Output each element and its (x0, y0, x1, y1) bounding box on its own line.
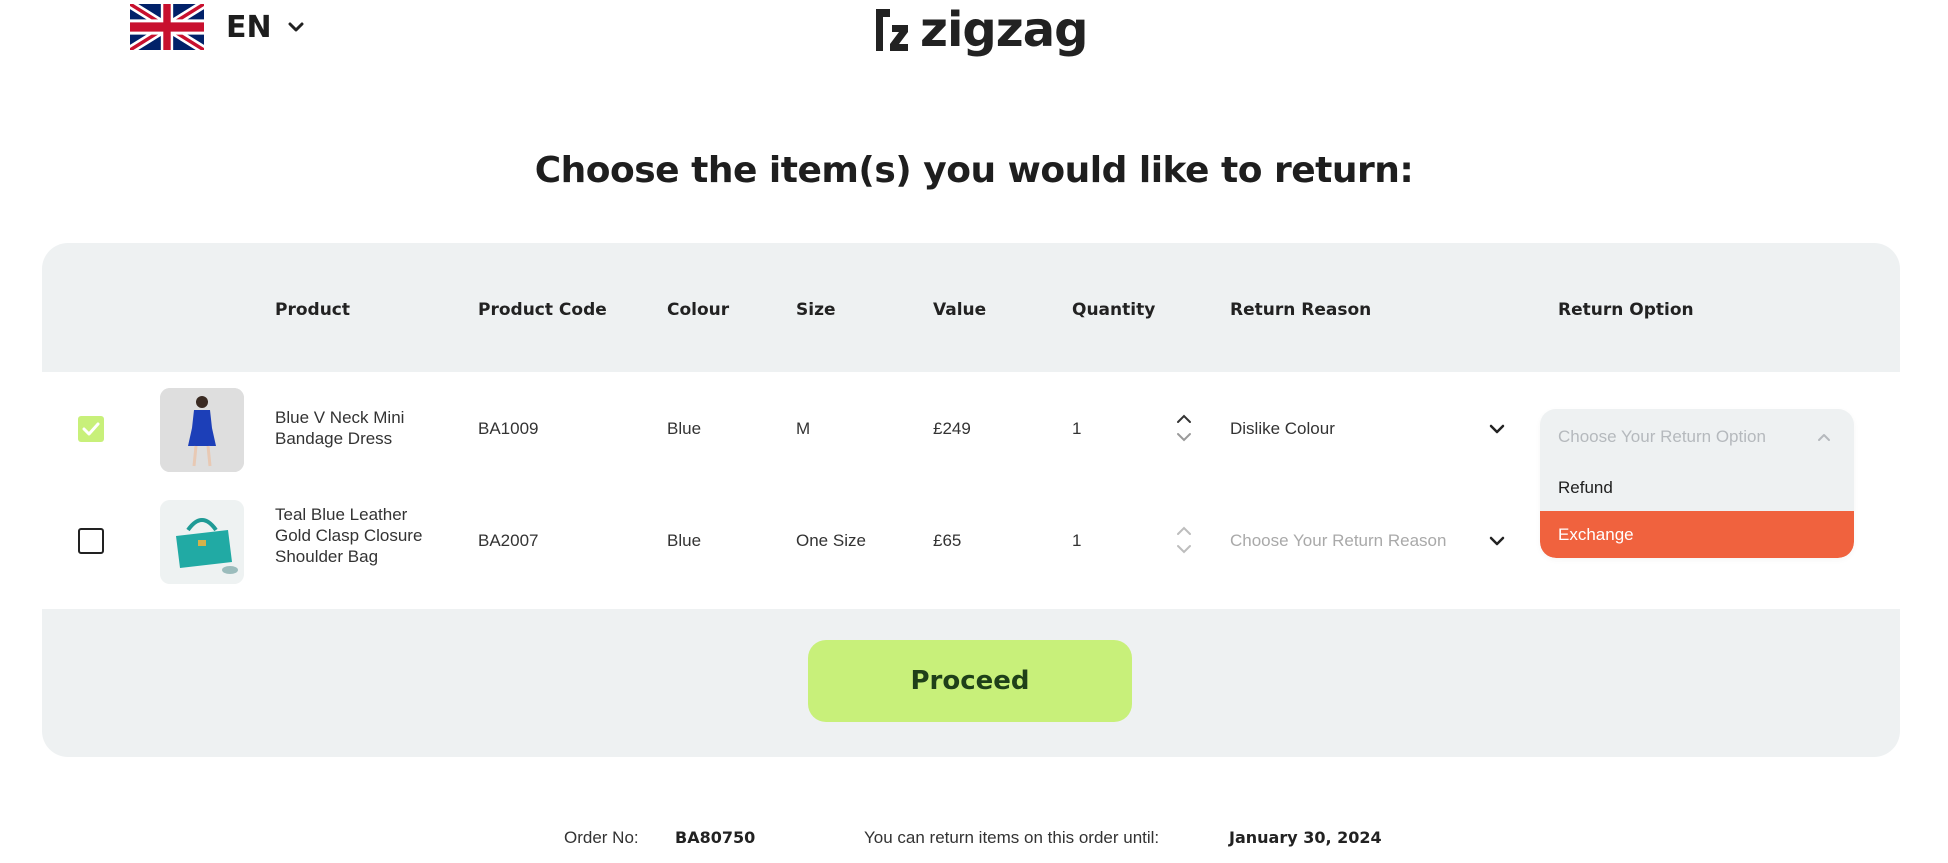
column-header-return-reason: Return Reason (1230, 300, 1372, 320)
brand-logo[interactable]: zigzag (872, 2, 1088, 58)
return-items-card: Product Product Code Colour Size Value Q… (42, 243, 1900, 757)
product-value: £65 (933, 531, 962, 550)
top-bar: EN zigzag (0, 0, 1948, 70)
product-name: Blue V Neck Mini Bandage Dress (275, 408, 405, 448)
dropdown-option-refund[interactable]: Refund (1540, 464, 1854, 511)
return-option-placeholder: Choose Your Return Option (1558, 427, 1766, 446)
checkmark-icon (82, 422, 100, 436)
order-number-label: Order No: (564, 828, 639, 847)
column-header-product: Product (275, 300, 350, 320)
chevron-down-icon (1489, 536, 1505, 546)
logo-mark-icon (876, 9, 908, 51)
return-reason-select[interactable]: Choose Your Return Reason (1229, 521, 1509, 561)
product-value: £249 (933, 419, 971, 438)
column-header-colour: Colour (667, 300, 730, 320)
return-option-dropdown: Choose Your Return Option Refund Exchang… (1540, 409, 1854, 558)
chevron-down-icon (288, 22, 304, 32)
row-select-checkbox[interactable] (78, 416, 104, 442)
chevron-down-icon (1489, 424, 1505, 434)
page-title: Choose the item(s) you would like to ret… (534, 150, 1414, 191)
chevron-up-icon (1818, 434, 1830, 441)
dress-image-icon (160, 388, 244, 472)
column-header-size: Size (796, 300, 836, 320)
return-until-label: You can return items on this order until… (864, 828, 1160, 847)
column-header-quantity: Quantity (1072, 300, 1156, 320)
product-code: BA1009 (478, 419, 539, 438)
bag-image-icon (160, 500, 244, 584)
row-select-checkbox[interactable] (78, 528, 104, 554)
order-number: BA80750 (675, 828, 755, 848)
dropdown-option-exchange[interactable]: Exchange (1540, 511, 1854, 558)
quantity-value: 1 (1072, 531, 1082, 550)
return-reason-value: Dislike Colour (1230, 419, 1335, 438)
quantity-stepper[interactable] (1174, 410, 1194, 446)
language-code: EN (226, 9, 272, 45)
uk-flag-icon (130, 4, 204, 50)
product-colour: Blue (667, 419, 702, 438)
quantity-stepper[interactable] (1174, 522, 1194, 558)
return-reason-select[interactable]: Dislike Colour (1229, 409, 1509, 449)
product-size: M (796, 419, 811, 438)
order-number-value: BA80750 (675, 828, 756, 847)
return-until-date-value: January 30, 2024 (1229, 828, 1382, 847)
brand-name: zigzag (920, 2, 1088, 58)
quantity-value: 1 (1072, 419, 1082, 438)
column-header-value: Value (933, 300, 987, 320)
product-name: Teal Blue Leather Gold Clasp Closure Sho… (275, 505, 423, 566)
product-thumbnail (160, 388, 244, 472)
product-thumbnail (160, 500, 244, 584)
return-option-select[interactable]: Choose Your Return Option (1540, 409, 1854, 465)
product-code: BA2007 (478, 531, 539, 550)
return-reason-placeholder: Choose Your Return Reason (1230, 531, 1447, 550)
product-size: One Size (796, 531, 866, 550)
proceed-button[interactable]: Proceed (808, 640, 1132, 722)
product-colour: Blue (667, 531, 702, 550)
column-header-return-option: Return Option (1558, 300, 1694, 320)
language-selector[interactable]: EN (130, 4, 304, 50)
return-until-date: January 30, 2024 (1229, 828, 1382, 848)
column-header-product-code: Product Code (478, 300, 607, 320)
